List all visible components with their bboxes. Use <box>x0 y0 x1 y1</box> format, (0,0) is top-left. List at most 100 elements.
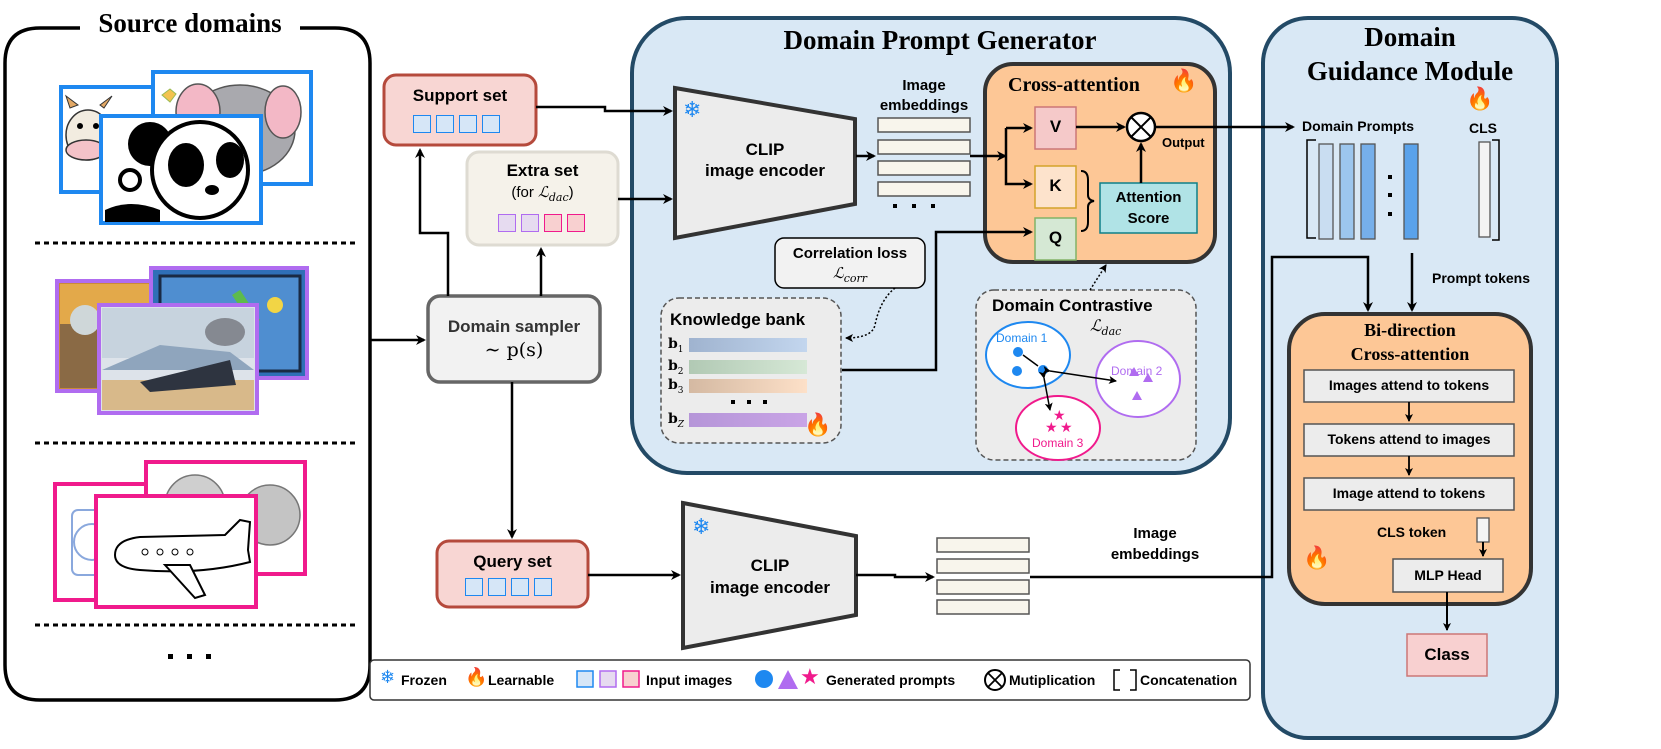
loss-symbol: ℒ <box>1090 316 1102 335</box>
legend-multiplication-icon <box>984 669 1006 691</box>
image-train-painting <box>97 303 259 415</box>
diagram-canvas: ★★ ★ <box>3 16 1559 740</box>
extra-input-square <box>498 214 516 232</box>
cls-label: CLS <box>1469 120 1497 136</box>
kb-row-sub: 3 <box>677 385 684 396</box>
correlation-loss-label: Correlation loss <box>792 245 908 262</box>
image-group-cartoon <box>59 70 313 225</box>
legend-concatenation: Concatenation <box>1140 672 1238 688</box>
query-input-square <box>488 578 506 596</box>
kb-row-letter: b <box>668 358 678 374</box>
ellipsis-dots <box>168 654 211 659</box>
prompt-point <box>1013 347 1023 357</box>
extra-set-sub-prefix: (for <box>511 184 539 201</box>
loss-subscript: dac <box>1101 325 1122 339</box>
svg-text:★: ★ <box>1045 419 1058 435</box>
embeddings-label-bottom-2: embeddings <box>1110 546 1200 563</box>
kb-row-letter: b <box>668 336 678 352</box>
embeddings-label-top-2: embeddings <box>879 97 969 114</box>
support-input-square <box>482 115 500 133</box>
legend-learnable: Learnable <box>488 672 555 688</box>
domain-contrastive-math: ℒdac <box>1090 316 1121 338</box>
support-input-square <box>436 115 454 133</box>
q-label: Q <box>1048 228 1063 247</box>
fire-icon: 🔥 <box>1466 86 1494 111</box>
kb-row-letter: b <box>668 377 678 393</box>
domain-3-cluster <box>1015 395 1101 461</box>
dgm-title-1: Domain <box>1364 22 1456 52</box>
domain-2-cluster <box>1095 340 1181 418</box>
bi-direction-title-1: Bi-direction <box>1364 320 1456 340</box>
domain-contrastive-title: Domain Contrastive <box>992 296 1153 315</box>
step-1-label: Images attend to tokens <box>1328 377 1490 393</box>
extra-set-sub-suffix: ) <box>568 184 574 201</box>
clip-encoder-top-line1: CLIP <box>745 140 785 159</box>
source-domains-title: Source domains <box>80 8 300 39</box>
output-label: Output <box>1162 135 1205 150</box>
support-set-label: Support set <box>412 86 508 105</box>
query-set-box <box>435 539 590 609</box>
domain-1-label: Domain 1 <box>996 331 1048 345</box>
query-set-squares <box>465 578 552 596</box>
image-group-painting <box>55 266 309 415</box>
legend-fire-icon: 🔥 <box>465 667 488 687</box>
kb-row-z-bar <box>689 413 807 427</box>
legend-square-blue <box>576 670 594 688</box>
clip-encoder-bottom-line1: CLIP <box>750 556 790 575</box>
extra-input-square <box>521 214 539 232</box>
query-input-square <box>534 578 552 596</box>
kb-row-sub: 2 <box>677 366 684 377</box>
embeddings-label-top-1: Image <box>902 77 946 94</box>
domain-prompt-generator-title: Domain Prompt Generator <box>783 25 1097 55</box>
legend-circle <box>755 670 773 688</box>
image-embeddings-bottom <box>936 537 1030 615</box>
loss-subscript: dac <box>548 191 569 204</box>
loss-subscript: corr <box>843 272 868 285</box>
snowflake-icon: ❄ <box>683 97 702 122</box>
legend-multiplication: Mutiplication <box>1009 672 1096 688</box>
arrow-sampler-to-support <box>415 148 450 296</box>
support-input-square <box>459 115 477 133</box>
kb-row-3-bar <box>689 379 807 393</box>
arrow-encoder-to-embeddings-bottom <box>856 572 935 582</box>
extra-set-subtitle: (for ℒdac) <box>467 183 618 204</box>
domain-sampler-formula: ∼ p(s) <box>484 339 544 361</box>
legend-frozen: Frozen <box>401 672 447 688</box>
cross-attention-title: Cross-attention <box>1008 74 1140 96</box>
legend-generated-prompts: Generated prompts <box>826 672 956 688</box>
fire-icon: 🔥 <box>1303 545 1331 570</box>
svg-text:★: ★ <box>1060 419 1073 435</box>
support-input-square <box>413 115 431 133</box>
multiplication-node <box>1125 111 1157 143</box>
step-2-label: Tokens attend to images <box>1327 431 1491 447</box>
fire-icon: 🔥 <box>1170 68 1198 93</box>
kb-row-sub: 1 <box>677 344 684 355</box>
correlation-loss-math: ℒcorr <box>775 264 925 285</box>
image-group-sketch <box>53 460 307 609</box>
query-input-square <box>511 578 529 596</box>
kb-row-1-label: b1 <box>668 336 684 355</box>
image-panda <box>99 114 263 225</box>
extra-input-square <box>544 214 562 232</box>
dgm-title-2: Guidance Module <box>1306 56 1514 86</box>
mlp-head-label: MLP Head <box>1414 567 1482 583</box>
kb-row-1-bar <box>689 338 807 352</box>
knowledge-bank-title: Knowledge bank <box>670 310 806 329</box>
attention-score-label-2: Score <box>1127 210 1170 227</box>
loss-symbol: ℒ <box>832 264 844 282</box>
kb-row-2-bar <box>689 360 807 374</box>
domain-3-label: Domain 3 <box>1032 436 1084 450</box>
bi-direction-title-2: Cross-attention <box>1350 344 1470 364</box>
embeddings-label-bottom-1: Image <box>1133 525 1177 542</box>
fire-icon: 🔥 <box>804 412 832 437</box>
clip-encoder-top-line2: image encoder <box>705 161 825 180</box>
query-set-label: Query set <box>473 552 552 571</box>
kb-row-letter: b <box>668 411 678 427</box>
kb-row-sub: Z <box>677 419 685 430</box>
prompt-point <box>1012 366 1022 376</box>
domain-sampler-label: Domain sampler <box>447 317 581 336</box>
cls-token-mini <box>1476 517 1490 543</box>
legend-star-icon: ★ <box>800 664 820 689</box>
kb-row-2-label: b2 <box>668 358 684 377</box>
extra-input-square <box>567 214 585 232</box>
